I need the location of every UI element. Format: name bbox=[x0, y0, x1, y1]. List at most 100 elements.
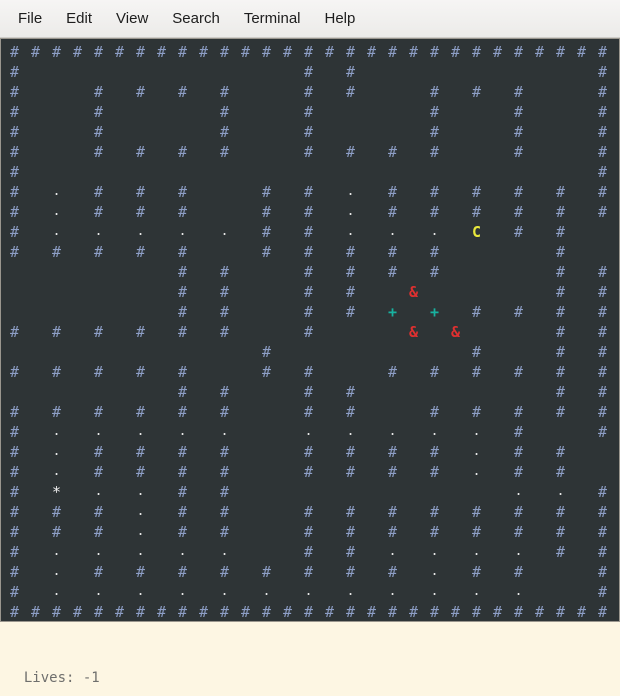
maze-wall-cell: # bbox=[597, 583, 608, 601]
maze-empty-cell bbox=[445, 582, 466, 602]
maze-wall-cell: # bbox=[513, 183, 524, 201]
maze-empty-cell bbox=[487, 482, 508, 502]
maze-dot-cell: . bbox=[94, 584, 103, 599]
maze-wall-cell: # bbox=[9, 323, 20, 341]
maze-empty-cell bbox=[571, 222, 592, 242]
maze-wall-cell: # bbox=[303, 443, 314, 461]
menu-file[interactable]: File bbox=[7, 6, 53, 31]
maze-wall-cell: # bbox=[387, 143, 398, 161]
maze-wall-cell: # bbox=[471, 363, 482, 381]
maze-wall-cell: # bbox=[9, 583, 20, 601]
maze-empty-cell bbox=[235, 182, 256, 202]
maze-empty-cell bbox=[487, 582, 508, 602]
maze-empty-cell bbox=[361, 462, 382, 482]
menu-search[interactable]: Search bbox=[161, 6, 231, 31]
maze-wall-cell: # bbox=[429, 243, 440, 261]
maze-dot-cell: . bbox=[52, 184, 61, 199]
maze-wall-cell: # bbox=[345, 243, 356, 261]
maze-row: # # # # # # # # # # # # # bbox=[4, 362, 619, 382]
maze-wall-cell: # bbox=[303, 103, 314, 121]
maze-empty-cell bbox=[403, 422, 424, 442]
maze-empty-cell bbox=[25, 302, 46, 322]
menu-edit[interactable]: Edit bbox=[55, 6, 103, 31]
maze-empty-cell bbox=[550, 562, 571, 582]
maze-empty-cell bbox=[487, 562, 508, 582]
menu-view[interactable]: View bbox=[105, 6, 159, 31]
maze-empty-cell bbox=[361, 202, 382, 222]
maze-wall-cell: # bbox=[93, 363, 104, 381]
maze-empty-cell bbox=[382, 322, 403, 342]
maze-empty-cell bbox=[487, 302, 508, 322]
maze-empty-cell bbox=[25, 502, 46, 522]
maze-dot-cell: . bbox=[220, 224, 229, 239]
maze-dot-cell: . bbox=[94, 544, 103, 559]
maze-wall-cell: # bbox=[93, 443, 104, 461]
maze-row: # # # # # # # # # # # # # bbox=[4, 402, 619, 422]
maze-wall-cell: # bbox=[513, 143, 524, 161]
maze-wall-cell: # bbox=[9, 483, 20, 501]
maze-empty-cell bbox=[571, 142, 592, 162]
maze-empty-cell bbox=[151, 402, 172, 422]
maze-row: # # # # # # # # # # # bbox=[4, 242, 619, 262]
menu-help[interactable]: Help bbox=[314, 6, 367, 31]
maze-dot-cell: . bbox=[52, 424, 61, 439]
maze-dot-cell: . bbox=[52, 464, 61, 479]
maze-empty-cell bbox=[25, 122, 46, 142]
maze-wall-cell: # bbox=[597, 143, 608, 161]
maze-empty-cell bbox=[67, 462, 88, 482]
maze-empty-cell bbox=[529, 122, 550, 142]
maze-wall-cell: # bbox=[345, 63, 356, 81]
maze-empty-cell bbox=[445, 282, 466, 302]
maze-empty-cell bbox=[25, 242, 46, 262]
maze-empty-cell bbox=[277, 122, 298, 142]
maze-empty-cell bbox=[319, 542, 340, 562]
maze-wall-cell: # bbox=[513, 123, 524, 141]
maze-empty-cell bbox=[46, 262, 67, 282]
maze-empty-cell bbox=[571, 202, 592, 222]
maze-dot-cell: . bbox=[52, 444, 61, 459]
game-screen: # # # # # # # # # # # # # # # # # # # # # # # # # # # # # # # # # # # … bbox=[0, 38, 620, 622]
maze-empty-cell bbox=[235, 62, 256, 82]
maze-empty-cell bbox=[529, 582, 550, 602]
maze-wall-cell: # bbox=[555, 603, 566, 621]
maze-wall-cell: # bbox=[387, 443, 398, 461]
maze-empty-cell bbox=[193, 462, 214, 482]
maze-row: # # # # # # # # # # # bbox=[4, 82, 619, 102]
maze-wall-cell: # bbox=[513, 423, 524, 441]
maze-wall-cell: # bbox=[240, 43, 251, 61]
maze-empty-cell bbox=[151, 222, 172, 242]
ghost-icon: & bbox=[450, 323, 461, 341]
maze-empty-cell bbox=[151, 102, 172, 122]
maze-empty-cell bbox=[151, 282, 172, 302]
maze-row: # . . . . . . . . . . . . # bbox=[4, 582, 619, 602]
maze-wall-cell: # bbox=[429, 503, 440, 521]
maze-wall-cell: # bbox=[555, 183, 566, 201]
maze-empty-cell bbox=[193, 422, 214, 442]
maze-wall-cell: # bbox=[597, 183, 608, 201]
maze-empty-cell bbox=[319, 282, 340, 302]
terminal-body[interactable]: # # # # # # # # # # # # # # # # # # # # # # # # # # # # # # # # # # # … bbox=[0, 38, 620, 696]
maze-empty-cell bbox=[25, 462, 46, 482]
maze-wall-cell: # bbox=[597, 283, 608, 301]
maze-empty-cell bbox=[319, 422, 340, 442]
maze-wall-cell: # bbox=[303, 383, 314, 401]
maze-empty-cell bbox=[424, 282, 445, 302]
maze-empty-cell bbox=[46, 122, 67, 142]
maze-wall-cell: # bbox=[219, 483, 230, 501]
maze-dot-cell: . bbox=[136, 544, 145, 559]
maze-empty-cell bbox=[298, 162, 319, 182]
maze-wall-cell: # bbox=[135, 143, 146, 161]
maze-empty-cell bbox=[193, 542, 214, 562]
maze-empty-cell bbox=[109, 122, 130, 142]
maze-wall-cell: # bbox=[303, 283, 314, 301]
menu-terminal[interactable]: Terminal bbox=[233, 6, 312, 31]
maze-empty-cell bbox=[508, 282, 529, 302]
maze-empty-cell bbox=[361, 62, 382, 82]
maze-empty-cell bbox=[67, 122, 88, 142]
maze-empty-cell bbox=[256, 462, 277, 482]
maze-dot-cell: . bbox=[556, 484, 565, 499]
maze-empty-cell bbox=[571, 302, 592, 322]
maze-empty-cell bbox=[25, 102, 46, 122]
maze-wall-cell: # bbox=[9, 363, 20, 381]
maze-empty-cell bbox=[445, 442, 466, 462]
